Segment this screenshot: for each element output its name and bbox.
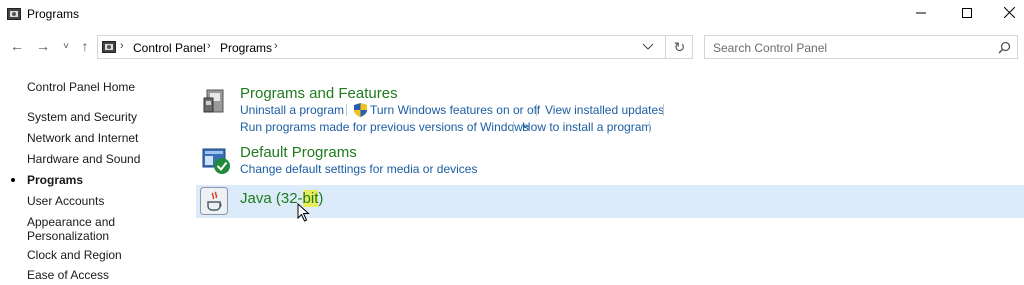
breadcrumb-chevron-icon[interactable]: ›	[274, 40, 278, 52]
refresh-icon: ↻	[673, 38, 686, 55]
close-icon	[1003, 6, 1015, 21]
sidebar-item-network-internet[interactable]: Network and Internet	[27, 131, 138, 145]
minimize-icon	[916, 7, 926, 21]
link-previous-versions[interactable]: Run programs made for previous versions …	[240, 120, 529, 134]
minimize-button[interactable]	[898, 0, 944, 28]
title-bar: Programs	[0, 0, 1024, 30]
breadcrumb-programs[interactable]: Programs	[220, 41, 272, 55]
link-separator	[536, 104, 537, 116]
sidebar-item-control-panel-home[interactable]: Control Panel Home	[27, 80, 135, 94]
search-icon[interactable]	[998, 41, 1011, 54]
link-separator	[663, 104, 664, 116]
link-separator	[513, 121, 514, 133]
maximize-icon	[962, 7, 972, 21]
sidebar-item-programs[interactable]: Programs	[27, 173, 83, 187]
breadcrumb-chevron-icon[interactable]: ›	[207, 40, 211, 52]
sidebar-item-personalization[interactable]: Personalization	[27, 229, 109, 243]
mouse-cursor-icon	[297, 202, 311, 223]
forward-arrow-icon[interactable]: →	[34, 36, 52, 56]
breadcrumb-control-panel[interactable]: Control Panel	[133, 41, 206, 55]
link-installed-updates[interactable]: View installed updates	[545, 103, 664, 117]
control-panel-icon	[102, 40, 116, 54]
link-uninstall-program[interactable]: Uninstall a program	[240, 103, 344, 117]
current-item-bullet	[11, 178, 15, 182]
sidebar-item-ease-of-access[interactable]: Ease of Access	[27, 268, 109, 282]
window-title: Programs	[27, 7, 80, 21]
shield-icon	[354, 103, 367, 117]
recent-locations-chevron-icon[interactable]: ˅	[57, 36, 75, 56]
category-title-programs-features[interactable]: Programs and Features	[240, 85, 398, 102]
up-arrow-icon[interactable]: ↑	[76, 36, 94, 56]
link-windows-features[interactable]: Turn Windows features on or off	[370, 103, 540, 117]
sidebar-item-system-security[interactable]: System and Security	[27, 110, 137, 124]
navigation-bar: ← → ˅ ↑ › Control Panel › Programs › ↻ S…	[0, 32, 1024, 62]
search-placeholder: Search Control Panel	[713, 41, 828, 55]
sidebar-item-clock-region[interactable]: Clock and Region	[27, 248, 122, 262]
maximize-button[interactable]	[944, 0, 990, 28]
default-programs-icon[interactable]	[202, 148, 234, 180]
link-separator	[649, 121, 650, 133]
java-icon	[200, 187, 228, 215]
refresh-button[interactable]: ↻	[665, 35, 693, 59]
link-change-default-settings[interactable]: Change default settings for media or dev…	[240, 162, 477, 176]
address-bar[interactable]: › Control Panel › Programs › ↻	[97, 35, 693, 59]
link-separator	[346, 104, 347, 116]
sidebar-item-appearance[interactable]: Appearance and	[27, 215, 115, 229]
search-input[interactable]: Search Control Panel	[704, 35, 1018, 59]
back-arrow-icon[interactable]: ←	[8, 36, 26, 56]
category-title-default-programs[interactable]: Default Programs	[240, 144, 357, 161]
programs-features-icon[interactable]	[203, 86, 235, 118]
close-button[interactable]	[986, 0, 1024, 28]
breadcrumb-chevron-icon: ›	[120, 40, 124, 52]
control-panel-icon	[7, 7, 21, 21]
address-dropdown-icon[interactable]	[638, 38, 658, 56]
sidebar-item-hardware-sound[interactable]: Hardware and Sound	[27, 152, 140, 166]
link-how-to-install[interactable]: How to install a program	[522, 120, 651, 134]
java-title-prefix: Java (32-	[240, 190, 303, 207]
java-title-suffix: )	[318, 190, 324, 207]
java-item-row[interactable]: Java (32-bit)	[196, 185, 1024, 218]
sidebar-item-user-accounts[interactable]: User Accounts	[27, 194, 104, 208]
